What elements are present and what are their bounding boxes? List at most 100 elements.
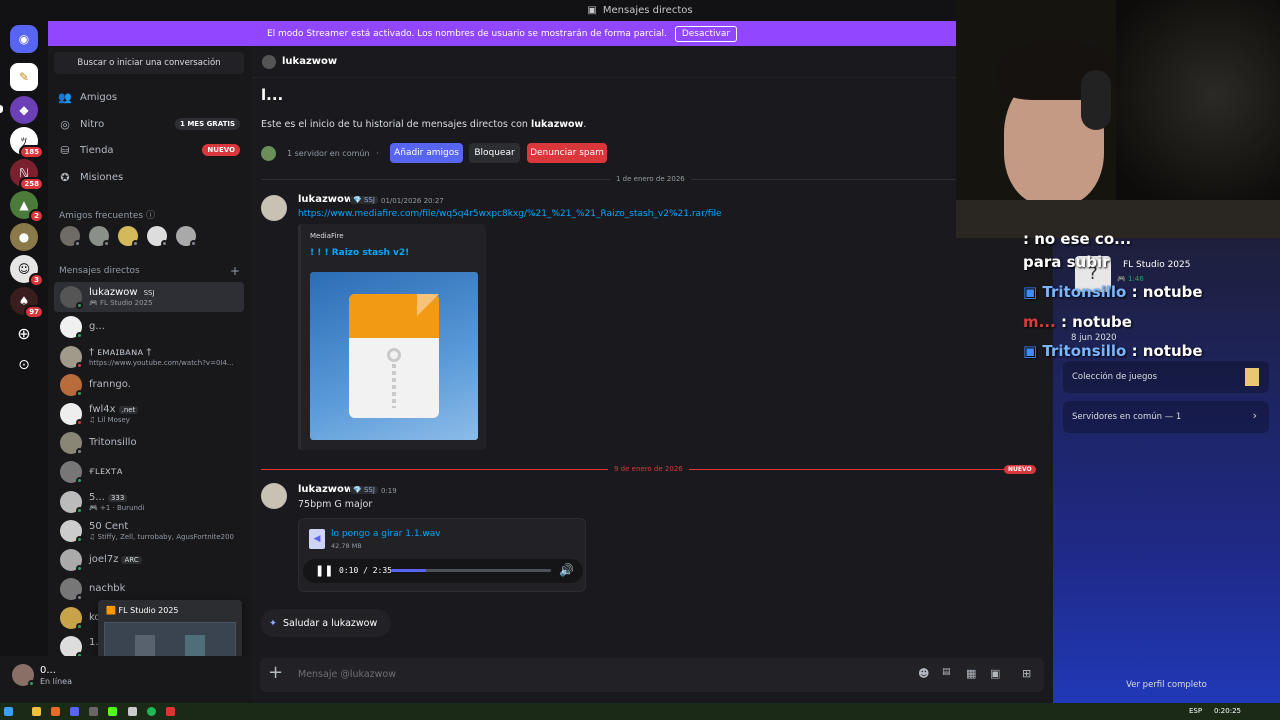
message-time: 0:19 bbox=[381, 487, 397, 495]
dm-item[interactable]: fwl4x .net ♫ Lil Mosey bbox=[54, 399, 244, 429]
server-rail: ◉ ✎ ◆ ﾂ 185 ℕ 258 ▲ 2 ● ☺ 3 ♠ 97 ⊕ ⊙ bbox=[0, 21, 48, 703]
embed-image[interactable] bbox=[310, 272, 478, 440]
frequent-friend-avatar[interactable] bbox=[176, 226, 197, 247]
popup-title: 🟧 FL Studio 2025 bbox=[106, 606, 179, 615]
kick-icon[interactable] bbox=[108, 707, 117, 716]
seek-bar[interactable] bbox=[391, 569, 551, 572]
dm-item[interactable]: lukazwow SSJ 🎮 FL Studio 2025 bbox=[54, 282, 244, 312]
message-input[interactable]: Mensaje @lukazwow bbox=[298, 669, 396, 680]
pause-icon[interactable]: ❚❚ bbox=[315, 564, 333, 577]
clock[interactable]: 0:20:25 bbox=[1214, 707, 1241, 715]
nav-friends[interactable]: 👥 Amigos bbox=[58, 85, 244, 109]
dm-item[interactable]: † ᴇᴍᴀɪʙᴀɴᴀ † https://www.youtube.com/watc… bbox=[54, 342, 244, 372]
intro-text: Este es el inicio de tu historial de men… bbox=[261, 119, 587, 130]
file-name[interactable]: lo pongo a girar 1.1.wav bbox=[331, 529, 441, 539]
add-friend-button[interactable]: Añadir amigos bbox=[390, 143, 463, 163]
search-conversation-button[interactable]: Buscar o iniciar una conversación bbox=[54, 52, 244, 74]
new-tag: NUEVO bbox=[202, 144, 240, 156]
disable-streamer-button[interactable]: Desactivar bbox=[674, 25, 738, 42]
dm-item[interactable]: 5... 333 🎮 +1 · Burundi bbox=[54, 487, 244, 517]
server-icon-2[interactable]: ◆ bbox=[10, 96, 38, 124]
attach-plus-icon[interactable]: + bbox=[268, 662, 283, 683]
image-icon[interactable]: ▣ bbox=[990, 667, 1000, 680]
frequent-friend-avatar[interactable] bbox=[147, 226, 168, 247]
server-icon-5[interactable]: ▲ 2 bbox=[10, 191, 44, 223]
view-full-profile-link[interactable]: Ver perfil completo bbox=[1053, 680, 1280, 690]
frequent-friend-avatar[interactable] bbox=[60, 226, 81, 247]
dm-item[interactable]: 50 Cent ♫ Stiffy, Zell, turrobaby, AgusFo… bbox=[54, 516, 244, 546]
banner-text: El modo Streamer está activado. Los nomb… bbox=[266, 28, 667, 39]
server-icon-1[interactable]: ✎ bbox=[10, 63, 38, 91]
zip-file-icon bbox=[349, 294, 439, 418]
wave-button[interactable]: ✦ Saludar a lukazwow bbox=[261, 609, 391, 637]
server-icon-8[interactable]: ♠ 97 bbox=[10, 287, 44, 319]
dm-item[interactable]: ғʟᴇхᴛᴀ bbox=[54, 457, 244, 487]
platform-icon: ▣ bbox=[1023, 342, 1038, 360]
overlay-chat-line: para subir bbox=[1023, 253, 1110, 271]
chevron-right-icon: › bbox=[1252, 409, 1257, 422]
sticker-icon[interactable]: ▦ bbox=[966, 667, 976, 680]
audio-file-icon: ◀ bbox=[309, 529, 325, 549]
discord-taskbar-icon[interactable] bbox=[70, 707, 79, 716]
activity-time: 🎮 1:46 bbox=[1117, 275, 1144, 283]
nitro-tag: 1 MES GRATIS bbox=[175, 118, 240, 130]
mutual-servers-button[interactable]: Servidores en común — 1 › bbox=[1063, 401, 1269, 433]
app-icon[interactable] bbox=[166, 707, 175, 716]
explorer-icon[interactable] bbox=[32, 707, 41, 716]
message-avatar[interactable] bbox=[261, 483, 287, 509]
server-icon-7[interactable]: ☺ 3 bbox=[10, 255, 44, 287]
nav-quests[interactable]: ✪ Misiones bbox=[58, 165, 244, 189]
home-button[interactable]: ◉ bbox=[10, 25, 38, 53]
dm-item[interactable]: franngo. bbox=[54, 370, 244, 400]
frequent-friend-avatar[interactable] bbox=[89, 226, 110, 247]
volume-icon[interactable]: 🔊 bbox=[559, 563, 574, 577]
mediafire-link[interactable]: https://www.mediafire.com/file/wq5q4r5wx… bbox=[298, 209, 722, 219]
apps-icon[interactable]: ⊞ bbox=[1022, 667, 1031, 680]
server-tag: 💎 SSJ bbox=[350, 196, 378, 204]
dm-item[interactable]: g... bbox=[54, 312, 244, 342]
spotify-icon[interactable] bbox=[147, 707, 156, 716]
server-icon-4[interactable]: ℕ 258 bbox=[10, 159, 44, 191]
window-title: Mensajes directos bbox=[602, 5, 693, 16]
nav-nitro[interactable]: ◎ Nitro 1 MES GRATIS bbox=[58, 112, 244, 136]
embed-title[interactable]: ! ! ! Raizo stash v2! bbox=[310, 248, 409, 258]
message-composer[interactable]: + Mensaje @lukazwow ☻ ▤ ▦ ▣ ⊞ bbox=[260, 658, 1044, 692]
mutual-servers[interactable]: 1 servidor en común · bbox=[287, 149, 379, 158]
user-avatar[interactable] bbox=[12, 664, 35, 687]
gif-icon[interactable]: ▤ bbox=[942, 667, 951, 677]
frequent-friend-avatar[interactable] bbox=[118, 226, 139, 247]
dm-item[interactable]: Tritonsillo bbox=[54, 428, 244, 458]
discover-button[interactable]: ⊙ bbox=[10, 351, 38, 379]
game-collection-button[interactable]: Colección de juegos bbox=[1063, 361, 1269, 393]
friends-icon: 👥 bbox=[58, 90, 72, 104]
server-icon-3[interactable]: ﾂ 185 bbox=[10, 127, 44, 159]
nav-shop[interactable]: ⛁ Tienda NUEVO bbox=[58, 138, 244, 162]
server-icon-6[interactable]: ● bbox=[10, 223, 38, 251]
info-icon: ⓘ bbox=[145, 211, 155, 221]
player-time: 0:10 / 2:35 bbox=[339, 566, 392, 575]
discord-icon: ▣ bbox=[587, 5, 597, 16]
mention-badge: 97 bbox=[24, 305, 44, 319]
app-icon[interactable] bbox=[128, 707, 137, 716]
dm-heading: Mensajes directos bbox=[59, 266, 140, 276]
embed-provider: MediaFire bbox=[310, 232, 344, 240]
message-avatar[interactable] bbox=[261, 195, 287, 221]
fl-studio-icon[interactable] bbox=[51, 707, 60, 716]
report-spam-button[interactable]: Denunciar spam bbox=[527, 143, 607, 163]
block-button[interactable]: Bloquear bbox=[469, 143, 520, 163]
frequent-friends-heading: Amigos frecuentes ⓘ bbox=[59, 211, 155, 221]
app-icon[interactable] bbox=[89, 707, 98, 716]
audio-attachment: ◀ lo pongo a girar 1.1.wav 42.78 MB ❚❚ 0… bbox=[298, 518, 586, 592]
new-dm-plus-icon[interactable]: + bbox=[230, 264, 240, 278]
message-author[interactable]: lukazwow bbox=[298, 194, 353, 205]
language-indicator[interactable]: ESP bbox=[1189, 707, 1202, 715]
message-text: 75bpm G major bbox=[298, 499, 373, 510]
add-server-button[interactable]: ⊕ bbox=[10, 319, 38, 347]
mention-badge: 258 bbox=[19, 177, 44, 191]
gift-icon[interactable]: ☻ bbox=[918, 667, 929, 680]
message-author[interactable]: lukazwow bbox=[298, 484, 353, 495]
mutual-server-icon bbox=[261, 146, 276, 161]
date-label: 9 de enero de 2026 bbox=[608, 465, 689, 473]
dm-item[interactable]: joel7z ARC bbox=[54, 545, 244, 575]
start-icon[interactable] bbox=[4, 707, 13, 716]
